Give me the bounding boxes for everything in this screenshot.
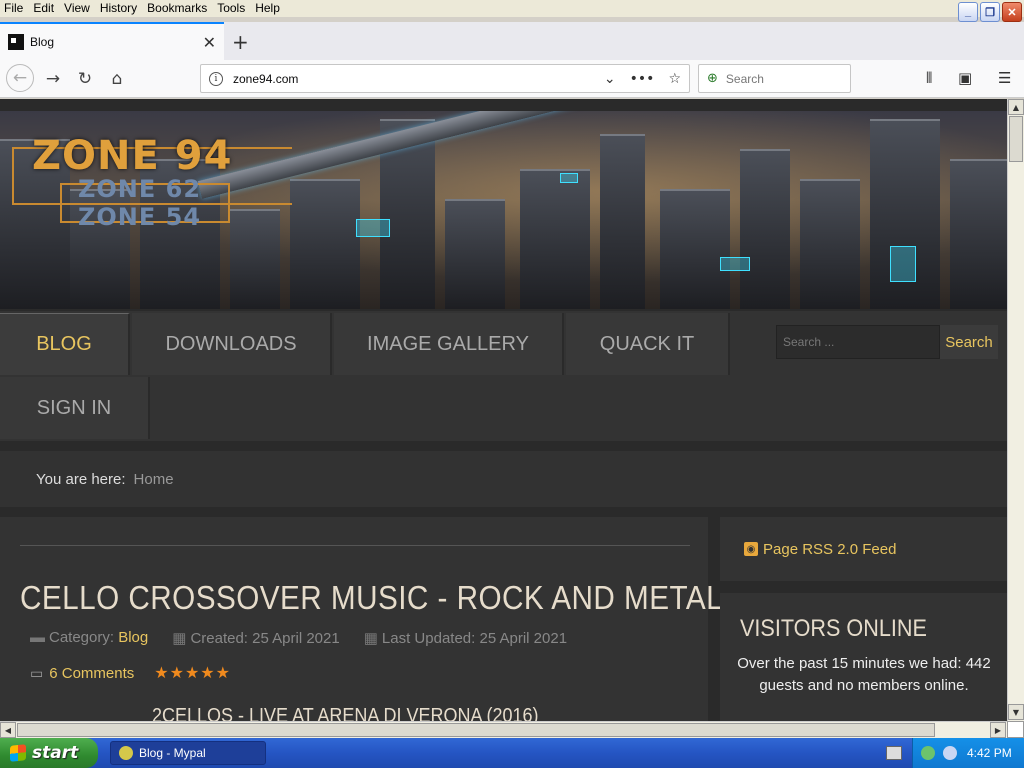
tab-strip: Blog ✕ + [0, 22, 1024, 60]
bookmark-star-icon[interactable]: ☆ [668, 71, 681, 87]
article-title[interactable]: CELLO CROSSOVER MUSIC - ROCK AND METAL [20, 579, 723, 617]
scroll-down-button[interactable]: ▼ [1008, 704, 1024, 720]
page-viewport: ZONE 94 ZONE 62 ZONE 54 BLOG DOWNLOADS I… [0, 99, 1007, 721]
hamburger-menu-icon[interactable]: ☰ [998, 69, 1011, 87]
breadcrumb-home[interactable]: Home [134, 471, 174, 488]
breadcrumb: You are here: Home [0, 451, 1007, 507]
rss-module: ◉ Page RSS 2.0 Feed [720, 517, 1007, 581]
menu-bookmarks[interactable]: Bookmarks [142, 0, 212, 17]
nav-sign-in[interactable]: SIGN IN [0, 377, 150, 439]
keyboard-icon[interactable] [886, 746, 902, 760]
article-subtitle: 2CELLOS - LIVE AT ARENA DI VERONA (2016) [152, 705, 539, 721]
restore-button[interactable]: ❐ [980, 2, 1000, 22]
back-button[interactable]: ← [6, 64, 34, 92]
nav-quack-it[interactable]: QUACK IT [566, 313, 730, 375]
visitors-module: VISITORS ONLINE Over the past 15 minutes… [720, 593, 1007, 721]
comments-link[interactable]: 6 Comments [49, 665, 134, 682]
url-text: zone94.com [233, 71, 299, 86]
browser-search-input[interactable]: ⊕ Search [698, 64, 851, 93]
logo-zone62: ZONE 62 [78, 175, 202, 203]
rss-link[interactable]: Page RSS 2.0 Feed [763, 541, 896, 558]
reload-button[interactable]: ↻ [72, 67, 98, 91]
site-banner: ZONE 94 ZONE 62 ZONE 54 [0, 111, 1007, 309]
category-label: Category: [49, 629, 115, 646]
logo-zone94[interactable]: ZONE 94 [32, 133, 232, 179]
tab-blog[interactable]: Blog ✕ [0, 22, 224, 60]
site-search-input[interactable]: Search ... [776, 325, 940, 359]
page-actions-icon[interactable]: ••• [630, 71, 655, 87]
sidebar-toggle-icon[interactable]: ▣ [958, 69, 972, 87]
vertical-scroll-thumb[interactable] [1009, 116, 1023, 162]
logo-zone54: ZONE 54 [78, 203, 202, 231]
minimize-button[interactable]: _ [958, 2, 978, 22]
window-controls: _ ❐ ✕ [958, 2, 1022, 22]
menu-help[interactable]: Help [250, 0, 285, 17]
created-date: Created: 25 April 2021 [190, 630, 340, 647]
scroll-corner [1007, 721, 1024, 738]
horizontal-scroll-thumb[interactable] [17, 723, 935, 737]
taskbar: start Blog - Mypal 4:42 PM [0, 738, 1024, 768]
library-icon[interactable]: ⫴ [926, 69, 932, 87]
windows-flag-icon [10, 744, 26, 762]
search-engine-icon: ⊕ [707, 71, 718, 86]
menu-bar: File Edit View History Bookmarks Tools H… [0, 0, 1024, 22]
site-nav: BLOG DOWNLOADS IMAGE GALLERY QUACK IT SI… [0, 311, 1007, 441]
nav-bar: ← → ↻ ⌂ i zone94.com ⌄ ••• ☆ ⊕ Search ⫴ … [0, 60, 1024, 98]
menu-file[interactable]: File [0, 0, 28, 17]
start-button[interactable]: start [0, 738, 98, 768]
taskbar-item-label: Blog - Mypal [139, 746, 206, 760]
close-tab-icon[interactable]: ✕ [203, 33, 216, 52]
vertical-scrollbar[interactable]: ▲ ▼ [1007, 99, 1024, 721]
system-tray: 4:42 PM [912, 738, 1024, 768]
taskbar-item-mypal[interactable]: Blog - Mypal [110, 741, 266, 765]
url-bar[interactable]: i zone94.com ⌄ ••• ☆ [200, 64, 690, 93]
search-placeholder: Search [725, 71, 764, 86]
scroll-up-button[interactable]: ▲ [1008, 99, 1024, 115]
comment-icon: ▭ [30, 664, 44, 681]
divider [20, 545, 690, 546]
forward-button[interactable]: → [40, 67, 66, 91]
menu-history[interactable]: History [95, 0, 142, 17]
new-tab-button[interactable]: + [232, 30, 249, 54]
rating-stars[interactable]: ★★★★★ [154, 663, 231, 683]
nav-downloads[interactable]: DOWNLOADS [132, 313, 332, 375]
category-link[interactable]: Blog [118, 629, 148, 646]
start-label: start [32, 743, 79, 763]
tab-title: Blog [30, 35, 55, 49]
chevron-down-icon[interactable]: ⌄ [604, 71, 616, 87]
calendar-icon: ▦ [172, 630, 187, 647]
comments-row: ▭ 6 Comments ★★★★★ [30, 663, 231, 683]
home-button[interactable]: ⌂ [104, 67, 130, 91]
menu-edit[interactable]: Edit [28, 0, 59, 17]
article-meta: ▬ Category: Blog ▦ Created: 25 April 2021 … [30, 629, 567, 647]
site-info-icon[interactable]: i [209, 71, 223, 86]
folder-icon: ▬ [30, 629, 45, 646]
scroll-left-button[interactable]: ◀ [0, 722, 16, 738]
nav-image-gallery[interactable]: IMAGE GALLERY [334, 313, 564, 375]
mypal-app-icon [119, 746, 133, 760]
clock: 4:42 PM [967, 746, 1012, 760]
rss-icon: ◉ [744, 542, 758, 556]
favicon-icon [8, 34, 24, 50]
network-icon[interactable] [943, 746, 957, 760]
menu-tools[interactable]: Tools [212, 0, 250, 17]
horizontal-scrollbar[interactable]: ◀ ▶ [0, 721, 1007, 738]
calendar-icon: ▦ [363, 630, 378, 647]
scroll-right-button[interactable]: ▶ [990, 722, 1006, 738]
close-window-button[interactable]: ✕ [1002, 2, 1022, 22]
menu-view[interactable]: View [59, 0, 95, 17]
visitors-title: VISITORS ONLINE [740, 615, 927, 642]
breadcrumb-label: You are here: [36, 470, 126, 488]
updated-date: Last Updated: 25 April 2021 [381, 630, 568, 647]
nav-blog[interactable]: BLOG [0, 313, 130, 375]
visitors-text: Over the past 15 minutes we had: 442 gue… [737, 655, 991, 694]
security-icon[interactable] [921, 746, 935, 760]
main-content: CELLO CROSSOVER MUSIC - ROCK AND METAL ▬… [0, 517, 723, 721]
site-search-button[interactable]: Search [940, 325, 998, 359]
